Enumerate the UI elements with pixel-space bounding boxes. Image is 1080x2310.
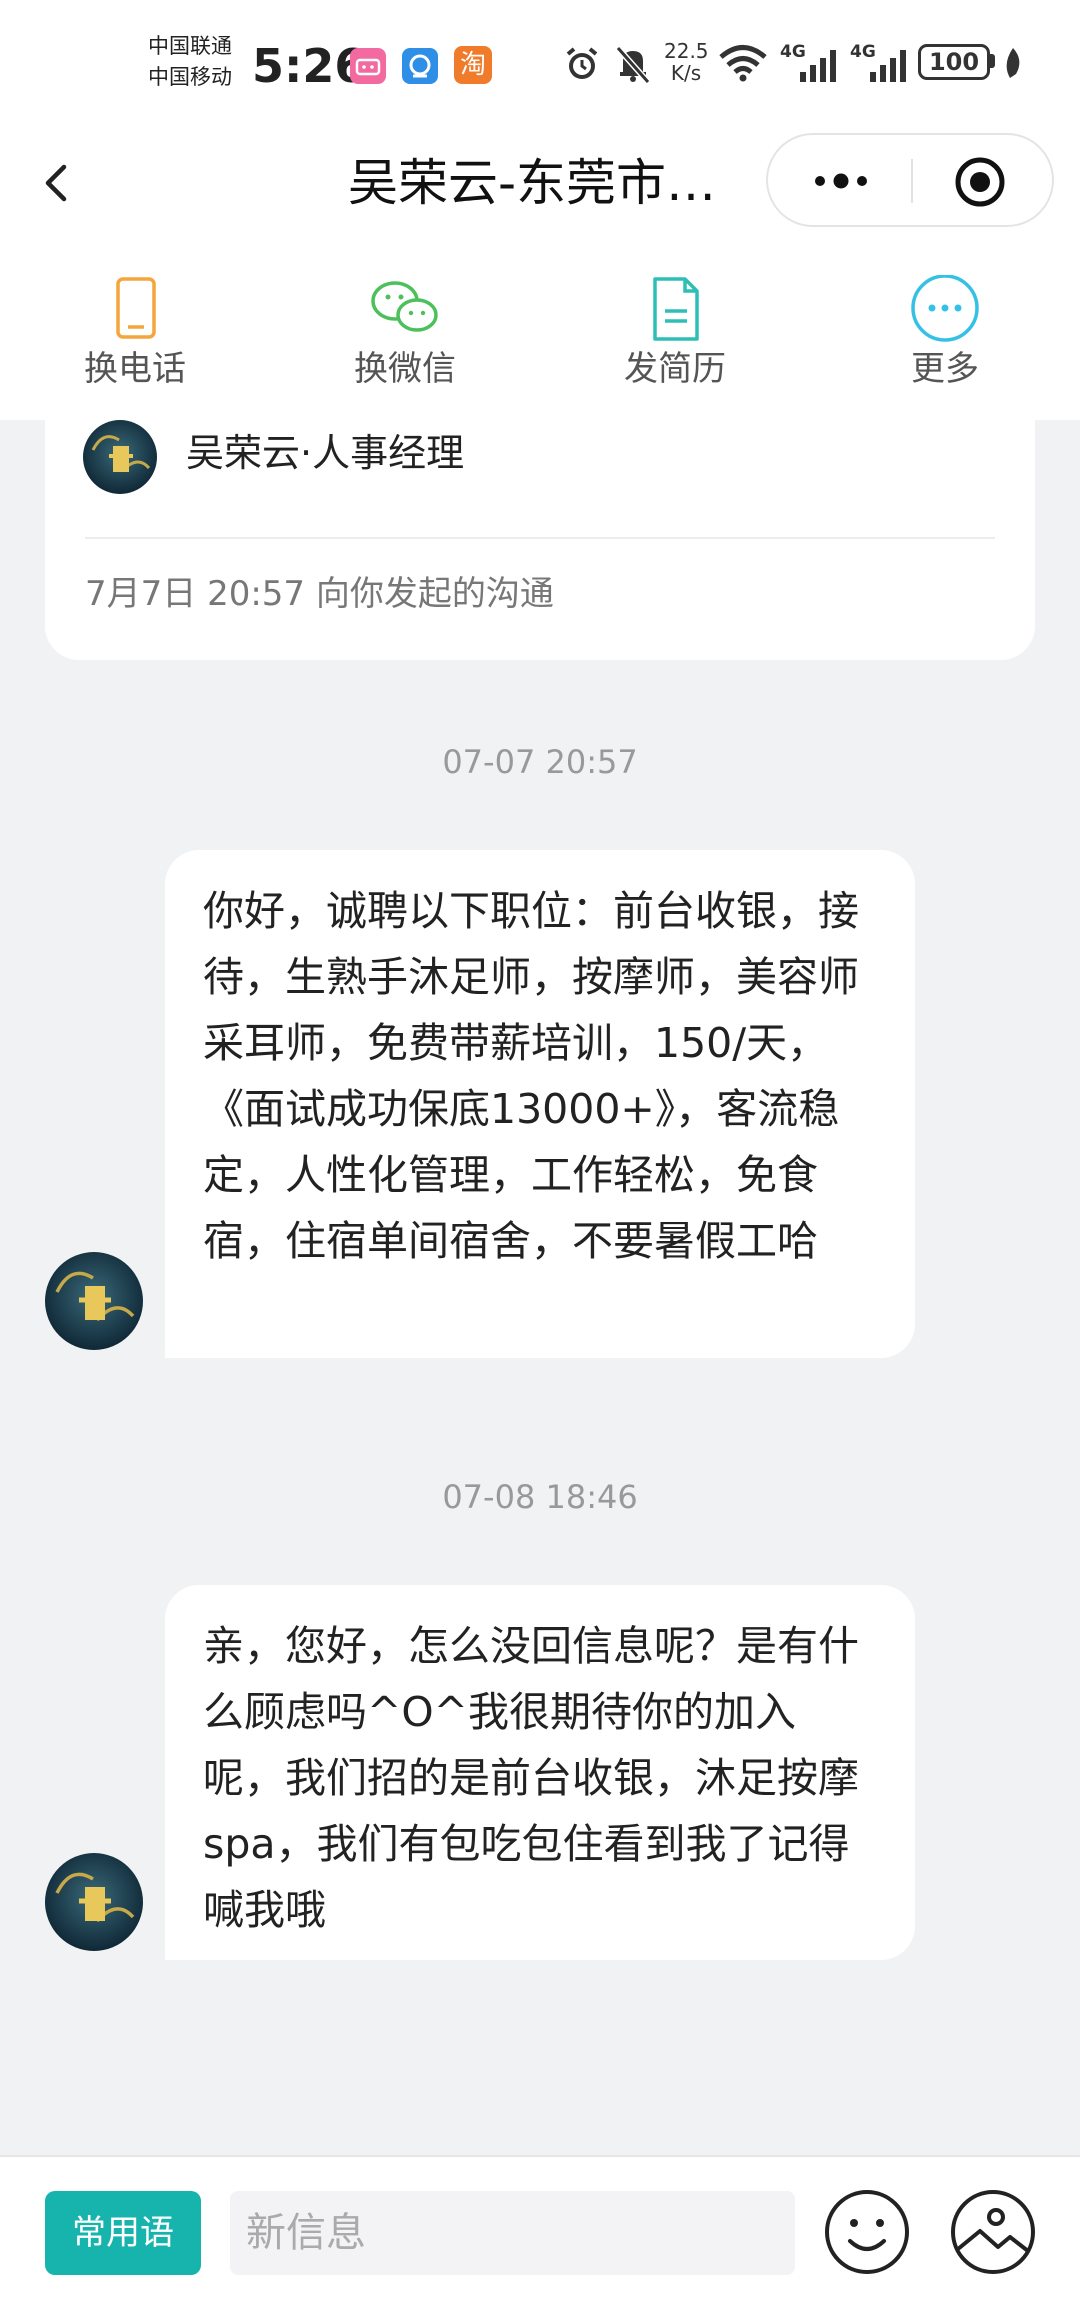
input-bar: 常用语 <box>0 2155 1080 2310</box>
net-speed-value: 22.5 <box>664 39 709 63</box>
conversation-start-info: 7月7日 20:57 向你发起的沟通 <box>85 574 554 614</box>
status-bar: 中国联通 中国移动 5:26 淘 22.5 K/s 4G 4G 100 <box>0 0 1080 120</box>
switch-phone-button[interactable]: 换电话 <box>25 245 245 420</box>
capsule-divider <box>911 159 913 203</box>
mute-bell-icon <box>614 44 652 88</box>
taobao-icon: 淘 <box>454 46 492 84</box>
carrier-1: 中国联通 <box>148 34 232 58</box>
avatar[interactable] <box>83 420 157 494</box>
avatar[interactable] <box>45 1853 143 1951</box>
timestamp: 07-07 20:57 <box>442 743 638 781</box>
message-input[interactable] <box>230 2191 795 2275</box>
more-actions-label: 更多 <box>911 349 979 389</box>
net-speed: 22.5 K/s <box>664 39 709 85</box>
timestamp: 07-08 18:46 <box>442 1478 638 1516</box>
message-bubble[interactable]: 你好，诚聘以下职位：前台收银，接待，生熟手沐足师，按摩师，美容师采耳师，免费带薪… <box>165 850 915 1358</box>
nav-bar: 吴荣云-东莞市… <box>0 120 1080 245</box>
switch-wechat-button[interactable]: 换微信 <box>295 245 515 420</box>
send-resume-label: 发简历 <box>624 349 726 389</box>
alarm-icon <box>562 44 602 88</box>
resume-icon <box>565 275 785 345</box>
notification-app-icon <box>350 48 386 84</box>
message-bubble[interactable]: 亲，您好，怎么没回信息呢？是有什么顾虑吗^O^我很期待你的加入呢，我们招的是前台… <box>165 1585 915 1960</box>
message-text: 你好，诚聘以下职位：前台收银，接待，生熟手沐足师，按摩师，美容师采耳师，免费带薪… <box>203 887 859 1265</box>
emoji-icon[interactable] <box>822 2187 912 2277</box>
contact-name: 吴荣云·人事经理 <box>186 431 465 475</box>
page-title: 吴荣云-东莞市… <box>348 154 717 212</box>
action-bar: 换电话 换微信 发简历 更多 <box>0 245 1080 420</box>
battery-tip <box>990 54 995 68</box>
battery-icon: 100 <box>918 44 990 80</box>
back-icon[interactable] <box>30 155 86 211</box>
divider <box>85 537 995 539</box>
switch-wechat-label: 换微信 <box>354 349 456 389</box>
switch-phone-label: 换电话 <box>84 349 186 389</box>
close-target-icon[interactable] <box>952 154 1008 210</box>
more-icon <box>835 274 1055 345</box>
send-resume-button[interactable]: 发简历 <box>565 245 785 420</box>
leaf-icon <box>1002 46 1024 84</box>
more-dots-icon[interactable] <box>806 159 876 203</box>
carrier-2: 中国移动 <box>148 65 232 89</box>
signal-icon: 4G <box>850 42 908 84</box>
message-text: 亲，您好，怎么没回信息呢？是有什么顾虑吗^O^我很期待你的加入呢，我们招的是前台… <box>203 1622 859 1934</box>
avatar[interactable] <box>45 1252 143 1350</box>
wechat-icon <box>295 275 515 345</box>
notification-app-icon <box>402 48 438 84</box>
net-speed-unit: K/s <box>670 61 702 85</box>
image-icon[interactable] <box>948 2187 1038 2277</box>
mini-program-capsule <box>766 133 1054 227</box>
more-actions-button[interactable]: 更多 <box>835 245 1055 420</box>
contact-card: 吴荣云·人事经理 7月7日 20:57 向你发起的沟通 <box>45 420 1035 660</box>
signal-icon: 4G <box>780 42 838 84</box>
phone-icon <box>25 275 245 345</box>
wifi-icon <box>718 44 768 86</box>
common-phrases-button[interactable]: 常用语 <box>45 2191 201 2275</box>
